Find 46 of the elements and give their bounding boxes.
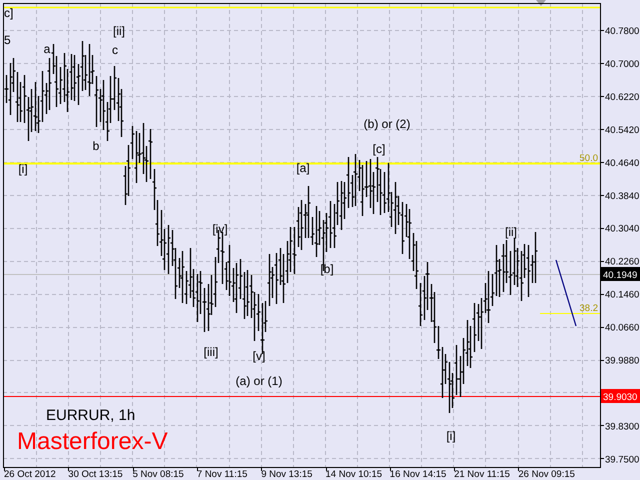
price-axis-label: 39.8300: [605, 421, 640, 432]
time-axis-label: 26 Oct 2012: [4, 469, 56, 480]
wave-label: [i]: [446, 429, 456, 443]
wave-label: [a]: [296, 161, 310, 175]
wave-label: [v]: [252, 349, 266, 363]
time-axis-label: 21 Nov 11:15: [454, 469, 510, 480]
wave-label: [b]: [320, 262, 334, 276]
wave-label: [iv]: [212, 222, 228, 236]
wave-label: 5: [4, 33, 11, 47]
trend-line: [555, 260, 577, 326]
wave-label: [i]: [18, 162, 28, 176]
broker-label: Masterforex-V: [17, 428, 168, 455]
wave-label: b: [92, 139, 100, 153]
price-axis-label: 40.1460: [605, 290, 640, 301]
time-axis-label: 30 Oct 13:15: [68, 469, 123, 480]
symbol-label: EURRUR, 1h: [46, 407, 136, 424]
price-axis-label: 40.6220: [605, 92, 640, 103]
fibonacci-level-label: 50.0: [580, 153, 598, 164]
wave-label: [ii]: [113, 24, 125, 38]
wave-label: a: [44, 42, 50, 56]
time-axis-label: 9 Nov 13:15: [261, 469, 312, 480]
time-axis-label: 7 Nov 11:15: [196, 469, 248, 480]
wave-label: [iii]: [204, 345, 218, 359]
price-axis-label: 40.7800: [605, 26, 640, 37]
price-axis-label: 39.7500: [605, 454, 640, 466]
price-axis-label: 40.0660: [605, 322, 640, 334]
price-axis-label: 40.3840: [605, 190, 640, 202]
wave-label: [ii]: [505, 225, 517, 239]
time-axis-label: 16 Nov 14:15: [390, 469, 446, 480]
price-marker: 39.9030: [601, 389, 640, 403]
time-axis-label: 14 Nov 10:15: [326, 469, 382, 480]
price-axis-label: 40.2260: [605, 256, 640, 268]
wave-label: (a) or (1): [236, 374, 282, 388]
wave-label: c: [112, 43, 118, 57]
price-marker: 40.1949: [601, 267, 640, 281]
price-axis-label: 40.4640: [605, 158, 640, 169]
price-axis-label: 39.9880: [605, 356, 640, 366]
price-axis-label: 40.5420: [605, 124, 640, 136]
time-axis-label: 26 Nov 09:15: [518, 469, 575, 480]
wave-label: c]: [4, 6, 14, 20]
price-axis-label: 40.3040: [605, 224, 640, 235]
price-axis-label: 40.7000: [605, 58, 640, 70]
wave-label: [c]: [372, 142, 386, 156]
wave-label: (b) or (2): [364, 117, 410, 131]
fibonacci-level-label: 38.2: [580, 303, 598, 314]
time-axis-label: 5 Nov 08:15: [132, 469, 184, 480]
